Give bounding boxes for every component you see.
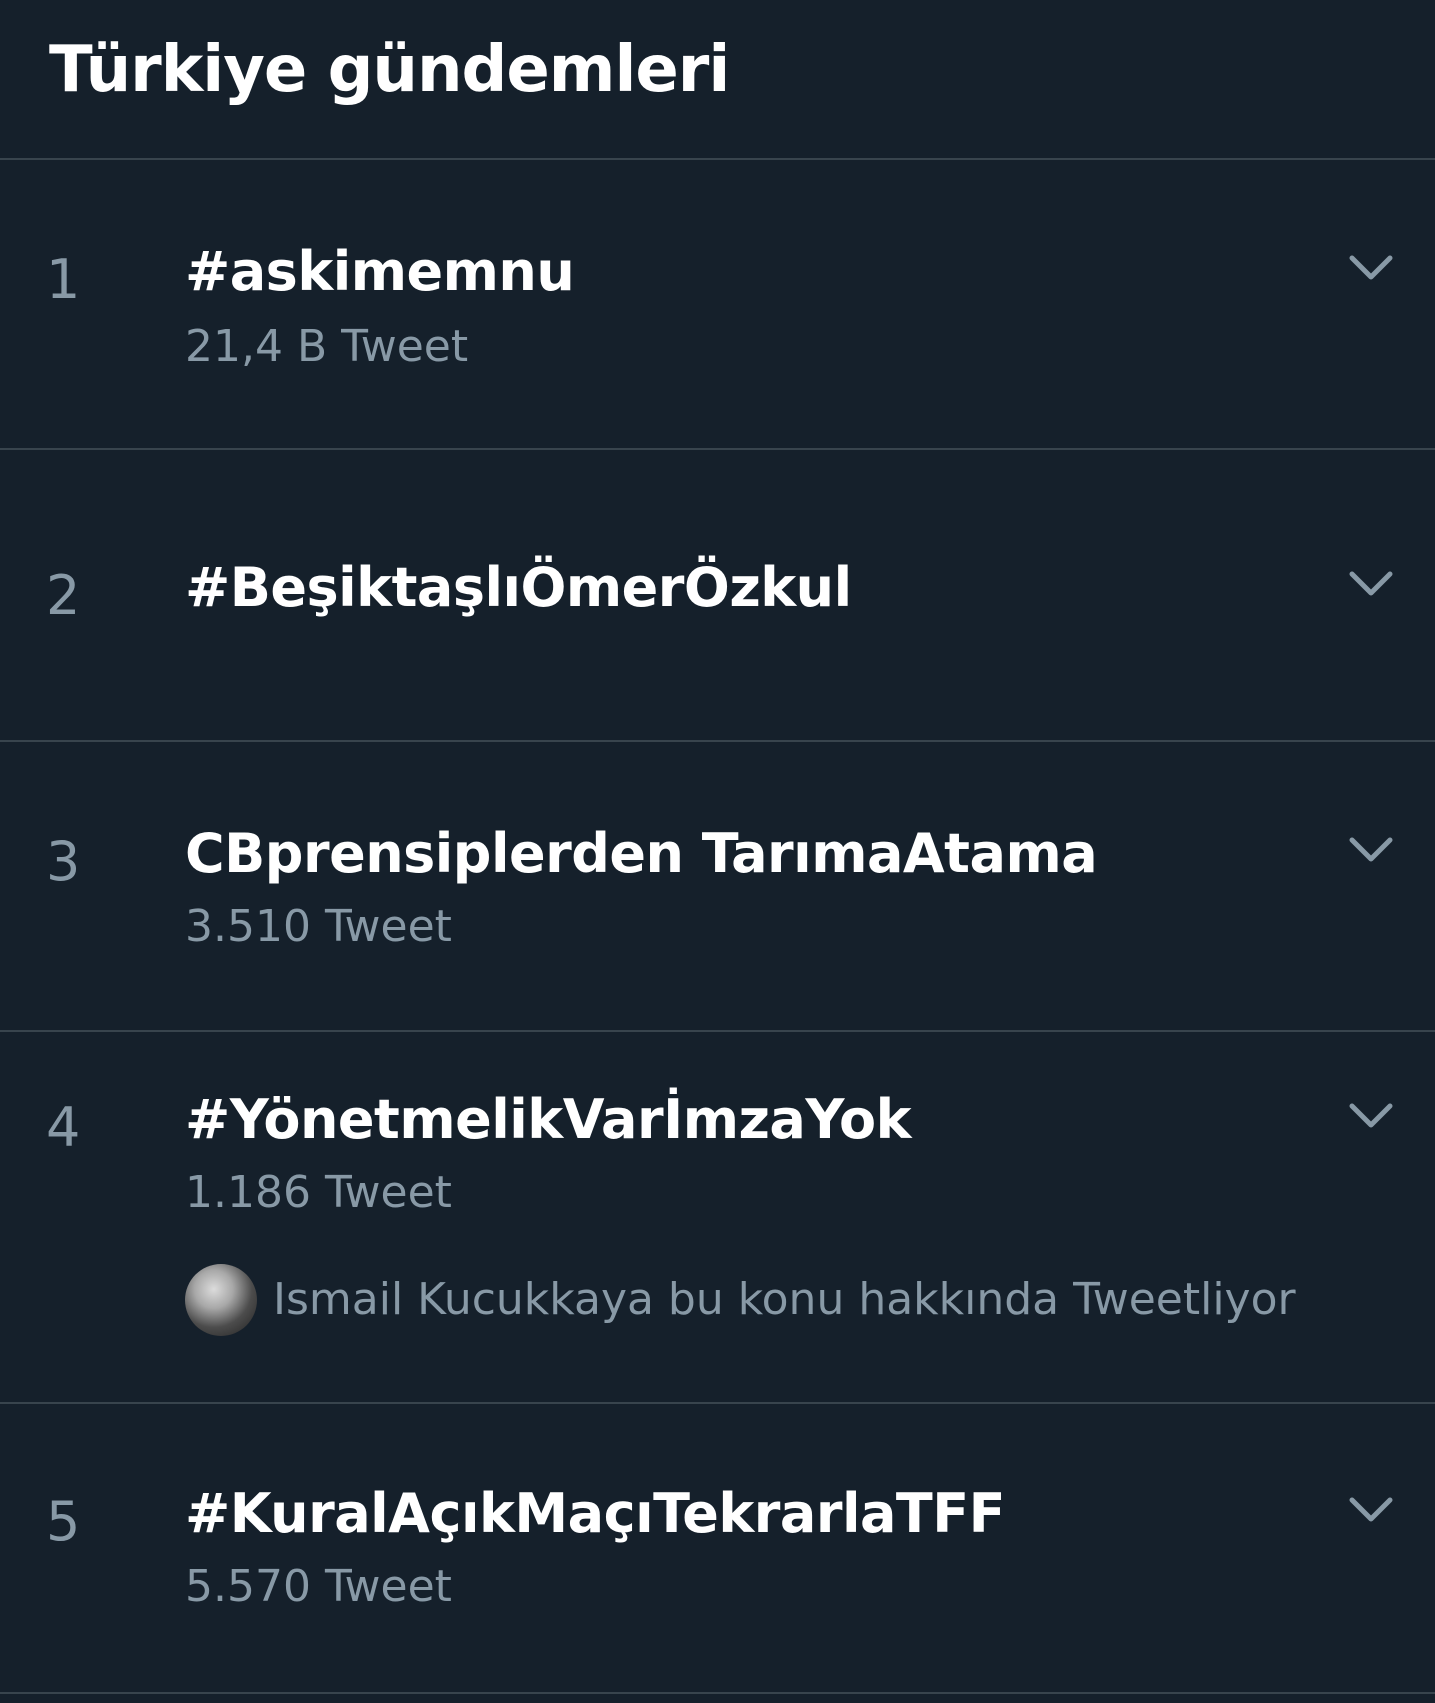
trend-context: Ismail Kucukkaya bu konu hakkında Tweetl…	[185, 1264, 1296, 1336]
trend-rank: 4	[46, 1096, 81, 1159]
page-title: Türkiye gündemleri	[49, 33, 730, 107]
chevron-down-icon[interactable]	[1347, 1092, 1395, 1140]
trend-item-5[interactable]: 5 #KuralAçıkMaçıTekrarlaTFF 5.570 Tweet	[0, 1404, 1435, 1694]
trend-name: #askimemnu	[185, 240, 575, 303]
trend-tweet-count: 3.510 Tweet	[185, 901, 452, 952]
trend-item-4[interactable]: 4 #YönetmelikVarİmzaYok 1.186 Tweet Isma…	[0, 1032, 1435, 1404]
trend-tweet-count: 5.570 Tweet	[185, 1561, 452, 1612]
trend-context-text: Ismail Kucukkaya bu konu hakkında Tweetl…	[273, 1274, 1296, 1325]
trend-tweet-count: 1.186 Tweet	[185, 1167, 452, 1218]
trend-rank: 2	[46, 564, 81, 627]
chevron-down-icon[interactable]	[1347, 1486, 1395, 1534]
avatar	[185, 1264, 257, 1336]
chevron-down-icon[interactable]	[1347, 560, 1395, 608]
page-header: Türkiye gündemleri	[0, 0, 1435, 160]
trend-rank: 1	[46, 248, 81, 311]
chevron-down-icon[interactable]	[1347, 826, 1395, 874]
trend-rank: 3	[46, 830, 81, 893]
trend-tweet-count: 21,4 B Tweet	[185, 321, 469, 372]
trend-name: #YönetmelikVarİmzaYok	[185, 1088, 912, 1151]
trend-item-3[interactable]: 3 CBprensiplerden TarımaAtama 3.510 Twee…	[0, 742, 1435, 1032]
trend-item-1[interactable]: 1 #askimemnu 21,4 B Tweet	[0, 160, 1435, 450]
trend-item-2[interactable]: 2 #BeşiktaşlıÖmerÖzkul	[0, 450, 1435, 742]
chevron-down-icon[interactable]	[1347, 244, 1395, 292]
trend-name: CBprensiplerden TarımaAtama	[185, 822, 1098, 885]
trend-name: #KuralAçıkMaçıTekrarlaTFF	[185, 1482, 1006, 1545]
trend-name: #BeşiktaşlıÖmerÖzkul	[185, 556, 852, 619]
trend-rank: 5	[46, 1490, 81, 1553]
